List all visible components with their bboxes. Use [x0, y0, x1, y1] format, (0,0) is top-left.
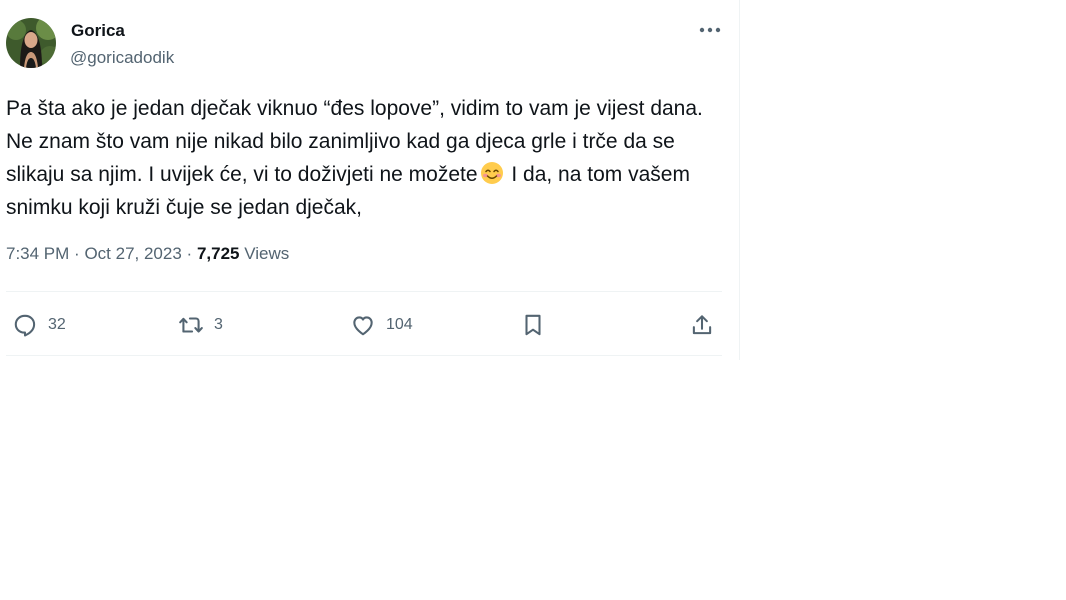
bookmark-icon — [525, 314, 541, 336]
views-count: 7,725 — [196, 244, 240, 263]
smiling-face-emoji-icon — [480, 161, 504, 185]
divider-bottom — [6, 355, 722, 356]
share-icon — [692, 315, 712, 335]
retweet-icon — [179, 317, 203, 333]
reply-icon — [14, 314, 36, 337]
avatar[interactable] — [6, 18, 56, 68]
tweet-meta: 7:34 PM · Oct 27, 2023 · 7,725 Views — [6, 244, 289, 264]
more-icon — [699, 27, 721, 33]
retweet-button[interactable]: 3 — [178, 311, 223, 339]
reply-button[interactable]: 32 — [12, 311, 66, 339]
tweet-text: Pa šta ako je jedan dječak viknuo “đes l… — [6, 92, 718, 224]
views-label: Views — [244, 244, 290, 263]
divider-top — [6, 291, 722, 292]
heart-icon — [353, 316, 373, 336]
like-count: 104 — [386, 316, 413, 333]
like-button[interactable]: 104 — [350, 311, 413, 339]
meta-separator: · — [186, 244, 193, 263]
tweet-time[interactable]: 7:34 PM — [6, 244, 69, 263]
tweet-date[interactable]: Oct 27, 2023 — [84, 244, 181, 263]
more-options-button[interactable] — [697, 20, 723, 40]
user-handle[interactable]: @goricadodik — [70, 48, 174, 68]
share-button[interactable] — [689, 311, 715, 339]
tweet-card: Gorica @goricadodik Pa šta ako je jedan … — [0, 0, 740, 360]
avatar-image — [6, 18, 56, 68]
retweet-count: 3 — [214, 316, 223, 333]
meta-separator: · — [74, 244, 80, 263]
reply-count: 32 — [48, 316, 66, 333]
display-name[interactable]: Gorica — [71, 21, 125, 41]
bookmark-button[interactable] — [520, 311, 546, 339]
